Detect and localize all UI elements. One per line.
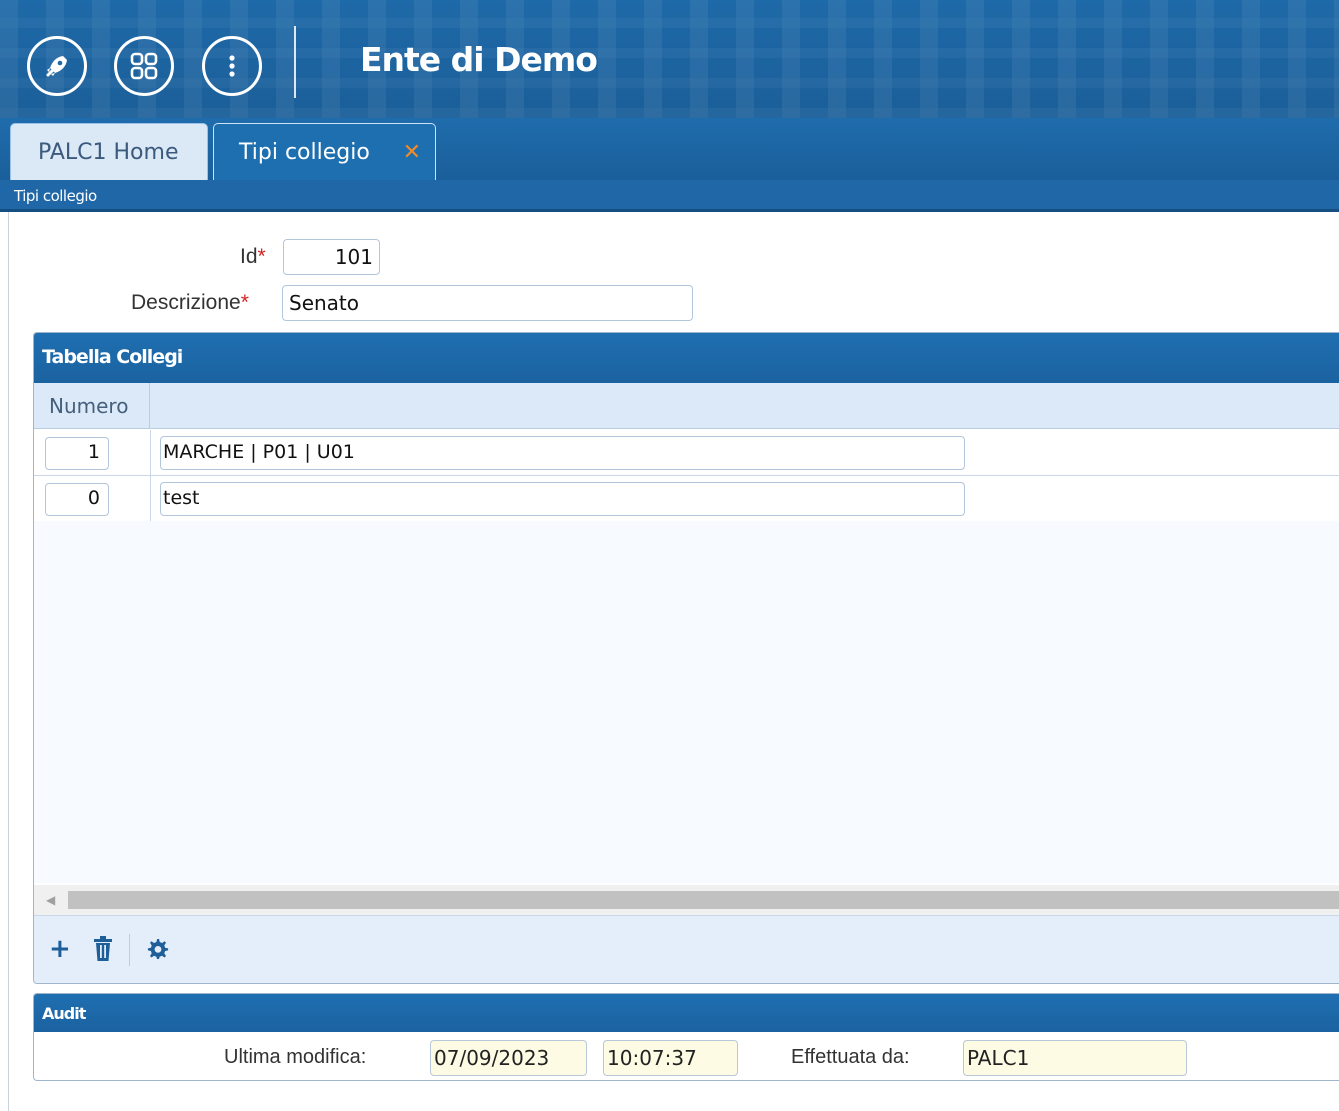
table-toolbar: + xyxy=(34,915,1339,983)
settings-button[interactable] xyxy=(147,938,169,966)
rocket-icon xyxy=(46,56,67,77)
required-mark: * xyxy=(257,245,266,268)
horizontal-scrollbar[interactable]: ◀ xyxy=(34,885,1339,915)
page-subtitle: Tipi collegio xyxy=(0,180,1339,212)
gear-icon xyxy=(147,939,169,959)
app-window: Ente di Demo PALC1 Home Tipi collegio ✕ … xyxy=(0,0,1339,1111)
required-mark: * xyxy=(240,291,249,314)
tab-label: PALC1 Home xyxy=(38,139,179,165)
rocket-button[interactable] xyxy=(27,36,87,96)
numero-input[interactable]: 0 xyxy=(45,483,109,516)
apps-button[interactable] xyxy=(114,36,174,96)
numero-input[interactable]: 1 xyxy=(45,437,109,470)
header-pattern xyxy=(0,0,1339,118)
cell-divider xyxy=(150,476,151,522)
table-header: Numero xyxy=(34,383,1339,429)
app-title: Ente di Demo xyxy=(360,40,598,79)
close-icon[interactable]: ✕ xyxy=(403,140,421,165)
toolbar-divider xyxy=(129,934,130,966)
id-label: Id* xyxy=(240,245,266,268)
effettuata-da-label: Effettuata da: xyxy=(791,1046,910,1068)
column-header-numero[interactable]: Numero xyxy=(34,383,150,429)
scrollbar-thumb[interactable] xyxy=(68,891,1339,909)
apps-grid-icon xyxy=(130,52,158,80)
tabella-collegi-panel: Tabella Collegi Numero 1 MARCHE | P01 | … xyxy=(33,332,1339,984)
last-modified-date: 07/09/2023 xyxy=(430,1040,587,1076)
add-row-button[interactable]: + xyxy=(49,934,71,964)
last-modified-time: 10:07:37 xyxy=(603,1040,738,1076)
table-empty-area xyxy=(34,521,1339,883)
descrizione-input[interactable]: test xyxy=(160,482,965,516)
app-header: Ente di Demo xyxy=(0,0,1339,118)
descrizione-input[interactable]: MARCHE | P01 | U01 xyxy=(160,436,965,470)
scroll-left-icon[interactable]: ◀ xyxy=(46,893,55,907)
modified-by-user: PALC1 xyxy=(963,1040,1187,1076)
id-field[interactable]: 101 xyxy=(283,239,380,275)
tab-palc1-home[interactable]: PALC1 Home xyxy=(10,123,208,180)
cell-divider xyxy=(150,430,151,476)
ultima-modifica-label: Ultima modifica: xyxy=(224,1046,367,1068)
more-vertical-icon xyxy=(229,55,235,77)
header-divider xyxy=(294,26,296,98)
delete-row-button[interactable] xyxy=(92,936,114,968)
panel-title: Tabella Collegi xyxy=(34,333,1339,383)
audit-panel: Audit Ultima modifica: 07/09/2023 10:07:… xyxy=(33,993,1339,1081)
tab-label: Tipi collegio xyxy=(239,139,370,165)
tab-tipi-collegio[interactable]: Tipi collegio ✕ xyxy=(213,123,436,180)
tab-bar: PALC1 Home Tipi collegio ✕ xyxy=(0,118,1339,180)
table-row[interactable]: 1 MARCHE | P01 | U01 xyxy=(34,430,1339,476)
descrizione-field[interactable]: Senato xyxy=(282,285,693,321)
content-border xyxy=(8,212,9,1111)
descrizione-label: Descrizione* xyxy=(131,291,249,314)
more-button[interactable] xyxy=(202,36,262,96)
table-row[interactable]: 0 test xyxy=(34,476,1339,522)
audit-title: Audit xyxy=(34,994,1339,1032)
trash-icon xyxy=(94,936,112,961)
